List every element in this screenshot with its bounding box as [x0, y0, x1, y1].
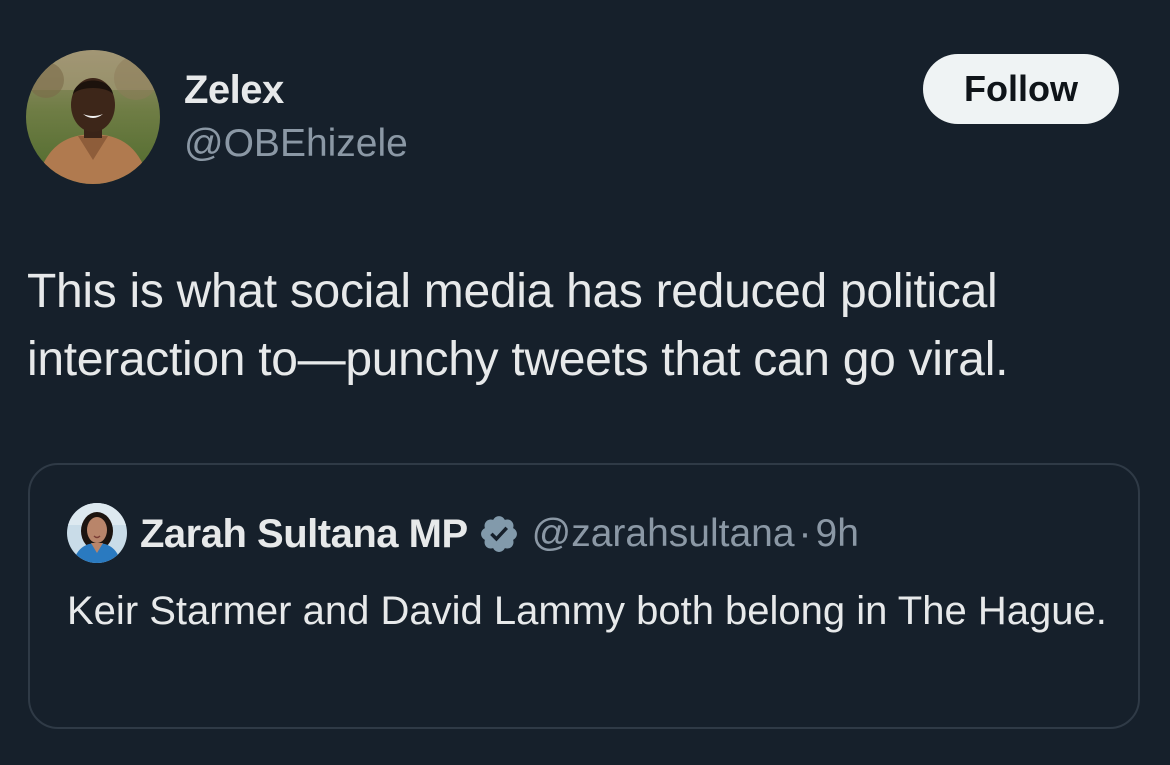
- author-name[interactable]: Zelex: [184, 66, 284, 114]
- quoted-tweet-card[interactable]: Zarah Sultana MP @zarahsultana · 9h Keir…: [28, 463, 1140, 729]
- follow-button[interactable]: Follow: [923, 54, 1119, 124]
- tweet-text: This is what social media has reduced po…: [27, 265, 1009, 386]
- author-handle[interactable]: @OBEhizele: [184, 120, 408, 168]
- separator-dot: ·: [798, 512, 812, 555]
- quoted-author-name[interactable]: Zarah Sultana MP: [140, 512, 468, 557]
- quoted-tweet-header: Zarah Sultana MP @zarahsultana · 9h: [140, 509, 859, 559]
- quoted-tweet-time[interactable]: 9h: [816, 512, 859, 556]
- verified-badge-icon: [478, 513, 520, 555]
- tweet: Zelex @OBEhizele Follow This is what soc…: [0, 0, 1170, 765]
- quoted-author-avatar[interactable]: [67, 503, 127, 563]
- author-avatar[interactable]: [26, 50, 160, 184]
- quoted-author-handle[interactable]: @zarahsultana: [532, 512, 795, 556]
- quoted-tweet-text: Keir Starmer and David Lammy both belong…: [67, 589, 1107, 633]
